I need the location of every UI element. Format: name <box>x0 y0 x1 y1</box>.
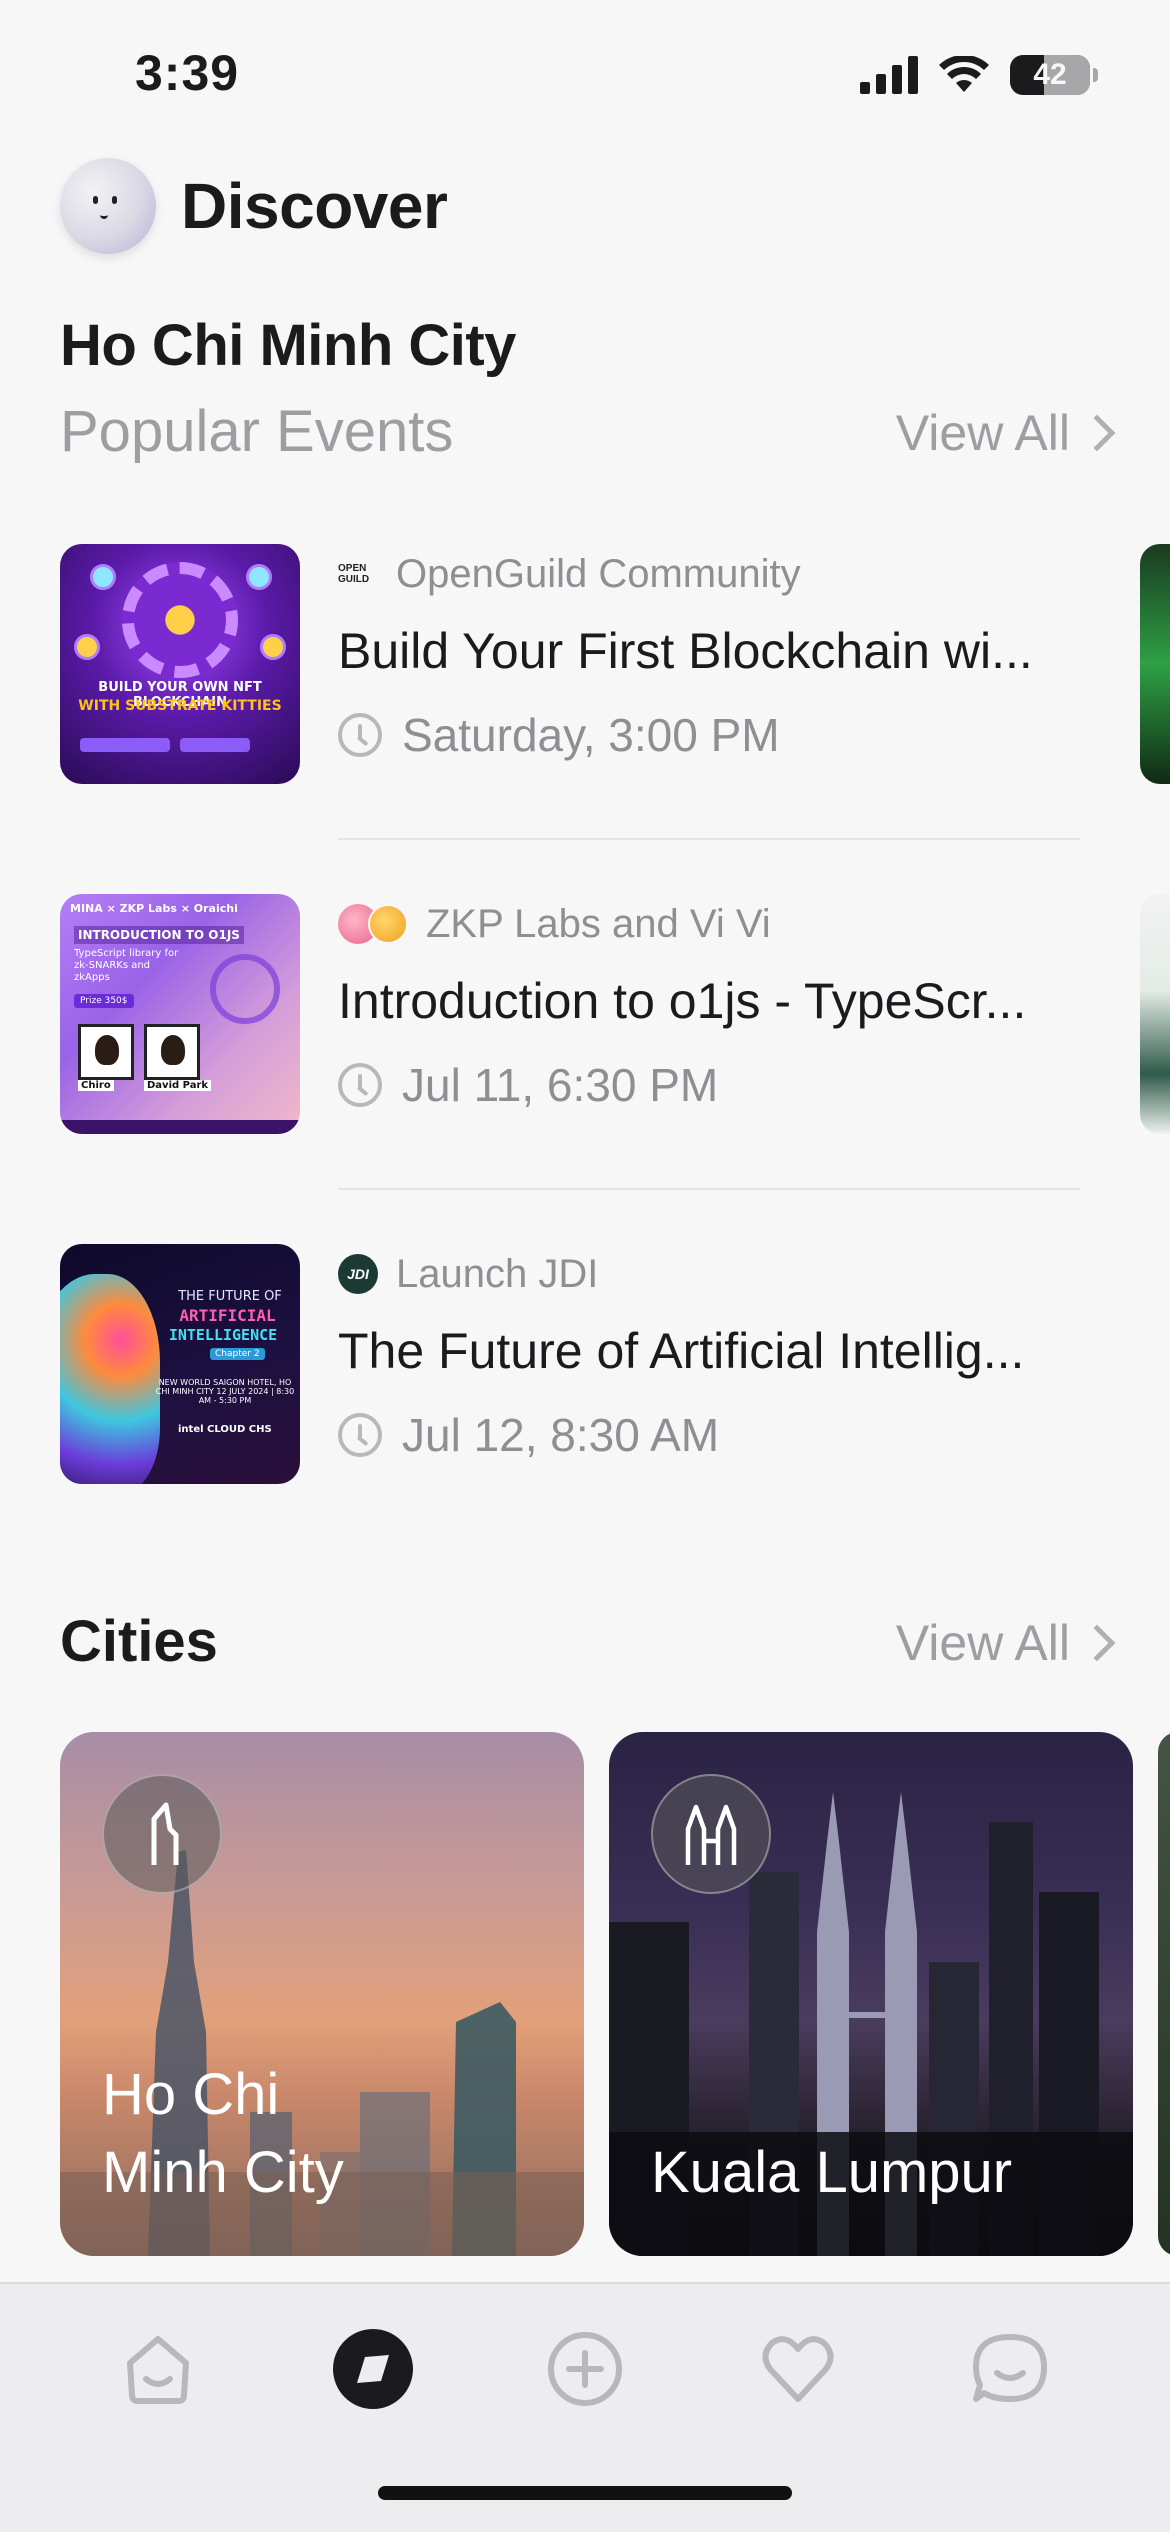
battery-level: 42 <box>1033 58 1067 91</box>
home-icon <box>127 2336 189 2404</box>
bitexco-tower-icon <box>102 1774 222 1894</box>
cellular-signal-icon <box>860 56 918 94</box>
cities-view-all-button[interactable]: View All <box>895 1614 1116 1672</box>
event-time: Jul 12, 8:30 AM <box>402 1409 720 1461</box>
discover-compass-icon <box>333 2329 413 2409</box>
cities-heading: Cities <box>60 1609 218 1674</box>
divider <box>338 1188 1080 1190</box>
event-time: Jul 11, 6:30 PM <box>402 1059 719 1111</box>
chevron-right-icon <box>1078 1624 1116 1662</box>
status-icons: 42 <box>860 50 1098 100</box>
event-card-3[interactable]: THE FUTURE OF ARTIFICIAL INTELLIGENCE Ch… <box>60 1244 1140 1484</box>
city-heading[interactable]: Ho Chi Minh City <box>60 312 516 379</box>
status-bar: 3:39 42 <box>0 0 1170 150</box>
event-title: The Future of Artificial Intellig... <box>338 1323 1025 1379</box>
chevron-right-icon <box>1078 414 1116 452</box>
tab-discover[interactable] <box>328 2324 418 2414</box>
openguild-logo-icon: OPEN GUILD <box>338 563 370 585</box>
next-city-card-peek[interactable] <box>1158 1732 1170 2256</box>
profile-avatar[interactable] <box>60 158 156 254</box>
event-host: ZKP Labs and Vi Vi <box>426 901 771 946</box>
event-thumbnail: THE FUTURE OF ARTIFICIAL INTELLIGENCE Ch… <box>60 1244 300 1484</box>
clock-icon <box>338 1413 382 1457</box>
view-all-label: View All <box>895 1615 1070 1671</box>
popular-events-heading: Popular Events <box>60 399 454 464</box>
tab-favorites[interactable] <box>753 2324 843 2414</box>
next-column-peek[interactable] <box>1140 894 1170 1134</box>
next-column-peek[interactable] <box>1140 544 1170 784</box>
event-thumbnail: MINA × ZKP Labs × Oraichi INTRODUCTION T… <box>60 894 300 1134</box>
page-title: Discover <box>181 170 448 242</box>
tab-create[interactable] <box>540 2324 630 2414</box>
battery-icon: 42 <box>1010 55 1098 95</box>
divider <box>338 838 1080 840</box>
launch-jdi-logo-icon: JDI <box>338 1254 378 1294</box>
tab-home[interactable] <box>113 2324 203 2414</box>
home-indicator[interactable] <box>378 2486 792 2500</box>
event-host: Launch JDI <box>396 1251 599 1296</box>
wifi-icon <box>939 56 989 92</box>
status-time: 3:39 <box>135 45 240 101</box>
view-all-label: View All <box>895 405 1070 461</box>
events-view-all-button[interactable]: View All <box>895 404 1116 462</box>
city-card-kuala-lumpur[interactable]: Kuala Lumpur <box>609 1732 1133 2256</box>
city-card-ho-chi-minh-city[interactable]: Ho Chi Minh City <box>60 1732 584 2256</box>
event-card-2[interactable]: MINA × ZKP Labs × Oraichi INTRODUCTION T… <box>60 894 1140 1134</box>
event-time: Saturday, 3:00 PM <box>402 709 780 761</box>
tab-chat[interactable] <box>965 2324 1055 2414</box>
city-name: Ho Chi Minh City <box>102 2062 344 2205</box>
event-title: Introduction to o1js - TypeScr... <box>338 973 1027 1029</box>
chat-icon <box>973 2334 1047 2402</box>
event-host: OpenGuild Community <box>396 551 801 596</box>
clock-icon <box>338 1063 382 1107</box>
event-title: Build Your First Blockchain wi... <box>338 623 1033 679</box>
city-name: Kuala Lumpur <box>651 2140 1013 2205</box>
event-thumbnail: BUILD YOUR OWN NFT BLOCKCHAIN WITH SUBST… <box>60 544 300 784</box>
event-card-1[interactable]: BUILD YOUR OWN NFT BLOCKCHAIN WITH SUBST… <box>60 544 1140 784</box>
clock-icon <box>338 713 382 757</box>
add-event-icon <box>548 2332 622 2406</box>
host-avatars-icon <box>338 904 408 944</box>
page-header: Discover <box>60 158 448 254</box>
heart-icon <box>762 2336 834 2402</box>
petronas-towers-icon <box>651 1774 771 1894</box>
